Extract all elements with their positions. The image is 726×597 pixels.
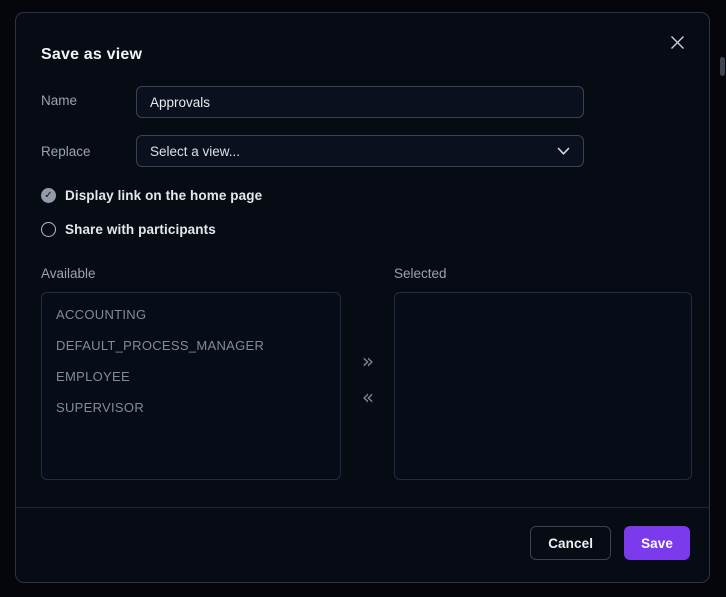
selected-listbox[interactable] [394, 292, 692, 480]
replace-label: Replace [41, 144, 91, 159]
replace-select[interactable]: Select a view... [136, 135, 584, 167]
cancel-button[interactable]: Cancel [530, 526, 611, 560]
checkbox-checked-icon[interactable]: ✓ [41, 188, 56, 203]
share-participants-label: Share with participants [65, 222, 216, 237]
display-link-checkbox-row[interactable]: ✓ Display link on the home page [41, 188, 262, 203]
checkbox-unchecked-icon[interactable]: ✓ [41, 222, 56, 237]
dialog-title: Save as view [41, 46, 142, 64]
list-item[interactable]: DEFAULT_PROCESS_MANAGER [42, 330, 340, 361]
save-button[interactable]: Save [624, 526, 690, 560]
name-input[interactable] [136, 86, 584, 118]
move-right-button[interactable]: » [353, 351, 383, 371]
list-item[interactable]: ACCOUNTING [42, 299, 340, 330]
available-label: Available [41, 266, 96, 281]
double-chevron-left-icon: « [362, 385, 374, 409]
page-background: Save as view Name Replace Select a view.… [0, 0, 726, 597]
check-icon: ✓ [44, 191, 52, 201]
replace-select-value: Select a view... [150, 144, 240, 159]
dialog-footer: Cancel Save [16, 507, 709, 582]
save-as-view-dialog: Save as view Name Replace Select a view.… [15, 12, 710, 583]
move-left-button[interactable]: « [353, 387, 383, 407]
display-link-label: Display link on the home page [65, 188, 262, 203]
close-button[interactable] [665, 32, 689, 56]
list-item[interactable]: EMPLOYEE [42, 361, 340, 392]
page-scrollbar[interactable] [720, 57, 725, 76]
list-item[interactable]: SUPERVISOR [42, 392, 340, 423]
double-chevron-right-icon: » [362, 349, 374, 373]
close-icon [669, 34, 686, 54]
available-listbox[interactable]: ACCOUNTING DEFAULT_PROCESS_MANAGER EMPLO… [41, 292, 341, 480]
chevron-down-icon [557, 147, 570, 156]
selected-label: Selected [394, 266, 447, 281]
share-participants-checkbox-row[interactable]: ✓ Share with participants [41, 222, 216, 237]
name-label: Name [41, 93, 77, 108]
